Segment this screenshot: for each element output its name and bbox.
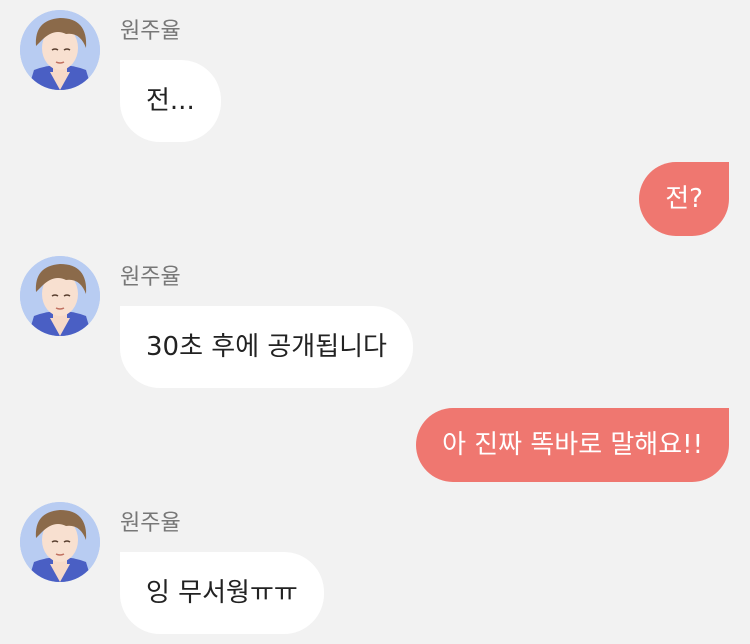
- avatar-icon[interactable]: [20, 10, 100, 90]
- outgoing-message-bubble[interactable]: 전?: [639, 162, 729, 236]
- message-text: 잉 무서웡ㅠㅠ: [146, 578, 298, 608]
- chat-thread: 원주율 전... 전? 원주율 30초 후에 공개됩니다 아 진짜 똑바로 말해…: [0, 0, 750, 644]
- incoming-message-bubble[interactable]: 전...: [120, 60, 221, 142]
- sender-name: 원주율: [120, 265, 181, 290]
- message-text: 아 진짜 똑바로 말해요!!: [442, 430, 703, 460]
- sender-name: 원주율: [120, 511, 181, 536]
- avatar-icon[interactable]: [20, 256, 100, 336]
- message-text: 전?: [665, 184, 703, 214]
- message-text: 30초 후에 공개됩니다: [146, 332, 387, 362]
- message-text: 전...: [146, 86, 195, 116]
- outgoing-message-bubble[interactable]: 아 진짜 똑바로 말해요!!: [416, 408, 729, 482]
- incoming-message-bubble[interactable]: 30초 후에 공개됩니다: [120, 306, 413, 388]
- sender-name: 원주율: [120, 19, 181, 44]
- incoming-message-bubble[interactable]: 잉 무서웡ㅠㅠ: [120, 552, 324, 634]
- avatar-icon[interactable]: [20, 502, 100, 582]
